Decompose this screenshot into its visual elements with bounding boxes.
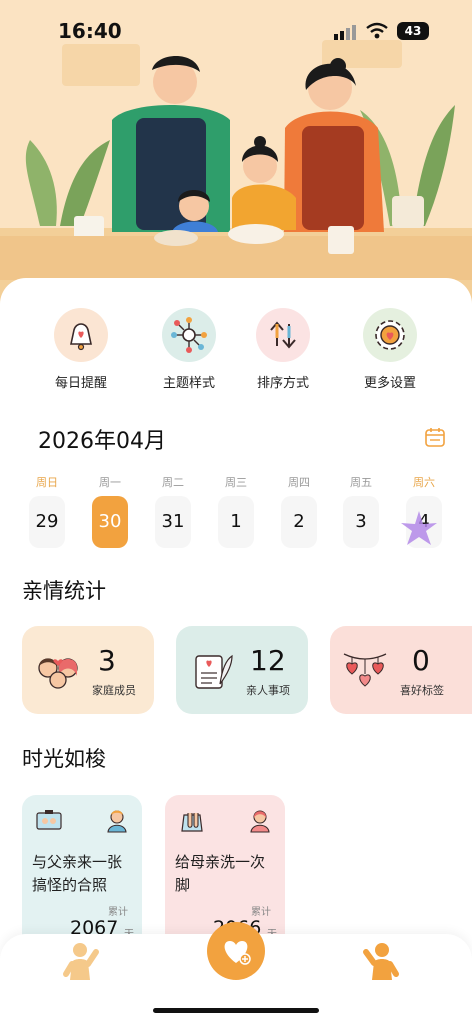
month-title: 2026年04月 [38,429,166,454]
sparkle-badge-icon [400,510,438,552]
calendar-day[interactable]: 1 [218,496,254,548]
calendar-day[interactable]: 3 [343,496,379,548]
foot-wash-icon [179,809,205,837]
theme-style-button[interactable]: 主题样式 [135,308,243,391]
stats-section-title: 亲情统计 [22,579,106,603]
daily-reminder-label: 每日提醒 [54,376,107,391]
stat-card-tags[interactable]: 0 喜好标签 [330,626,472,714]
timeline-cumulative-label: 累计 [251,907,271,918]
scroll-quill-icon [192,650,236,698]
weekday-sun: 周日 [36,476,58,489]
person-cheer-icon[interactable] [360,938,404,988]
theme-style-label: 主题样式 [162,376,215,391]
sort-arrows-icon [256,308,310,362]
calendar-icon[interactable] [424,426,446,452]
father-avatar-icon [106,809,128,837]
more-settings-label: 更多设置 [363,376,416,391]
photo-icon [36,809,62,835]
gear-heart-icon [363,308,417,362]
stat-tags-count: 0 [412,644,430,677]
stat-tags-label: 喜好标签 [400,684,444,697]
heart-add-icon [220,935,252,971]
add-record-button[interactable] [207,922,265,980]
daily-reminder-button[interactable]: 每日提醒 [27,308,135,391]
mother-avatar-icon [249,809,271,837]
timeline-card-text: 与父亲来一张搞怪的合照 [32,853,123,894]
timeline-card[interactable]: 与父亲来一张搞怪的合照 累计 2067 天 [22,795,142,955]
sort-order-button[interactable]: 排序方式 [229,308,337,391]
weekday-thu: 周四 [288,476,310,489]
stat-card-matters[interactable]: 12 亲人事项 [176,626,308,714]
stat-matters-label: 亲人事项 [246,684,290,697]
sort-order-label: 排序方式 [256,376,309,391]
home-indicator [153,1008,319,1013]
status-time: 16:40 [58,19,122,43]
wifi-icon [366,22,388,44]
signal-icon [334,24,358,44]
weekday-sat: 周六 [413,476,435,489]
calendar-day[interactable]: 2 [281,496,317,548]
battery-indicator: 43 [397,22,429,40]
timeline-section-title: 时光如梭 [22,747,106,771]
person-wave-icon[interactable] [58,938,102,988]
timeline-card-text: 给母亲洗一次脚 [175,853,266,894]
hanging-hearts-icon [342,646,388,696]
stat-card-family[interactable]: 3 家庭成员 [22,626,154,714]
calendar-day[interactable]: 31 [155,496,191,548]
weekday-tue: 周二 [162,476,184,489]
stat-family-count: 3 [98,644,116,677]
weekday-fri: 周五 [350,476,372,489]
weekday-wed: 周三 [225,476,247,489]
calendar-day-selected[interactable]: 30 [92,496,128,548]
weekday-mon: 周一 [99,476,121,489]
stat-matters-count: 12 [250,644,286,677]
more-settings-button[interactable]: 更多设置 [336,308,444,391]
status-bar: 16:40 43 [0,0,472,64]
network-nodes-icon [162,308,216,362]
family-faces-icon [36,652,80,696]
calendar-day[interactable]: 29 [29,496,65,548]
bell-heart-icon [54,308,108,362]
stat-family-label: 家庭成员 [92,684,136,697]
timeline-cumulative-label: 累计 [108,907,128,918]
